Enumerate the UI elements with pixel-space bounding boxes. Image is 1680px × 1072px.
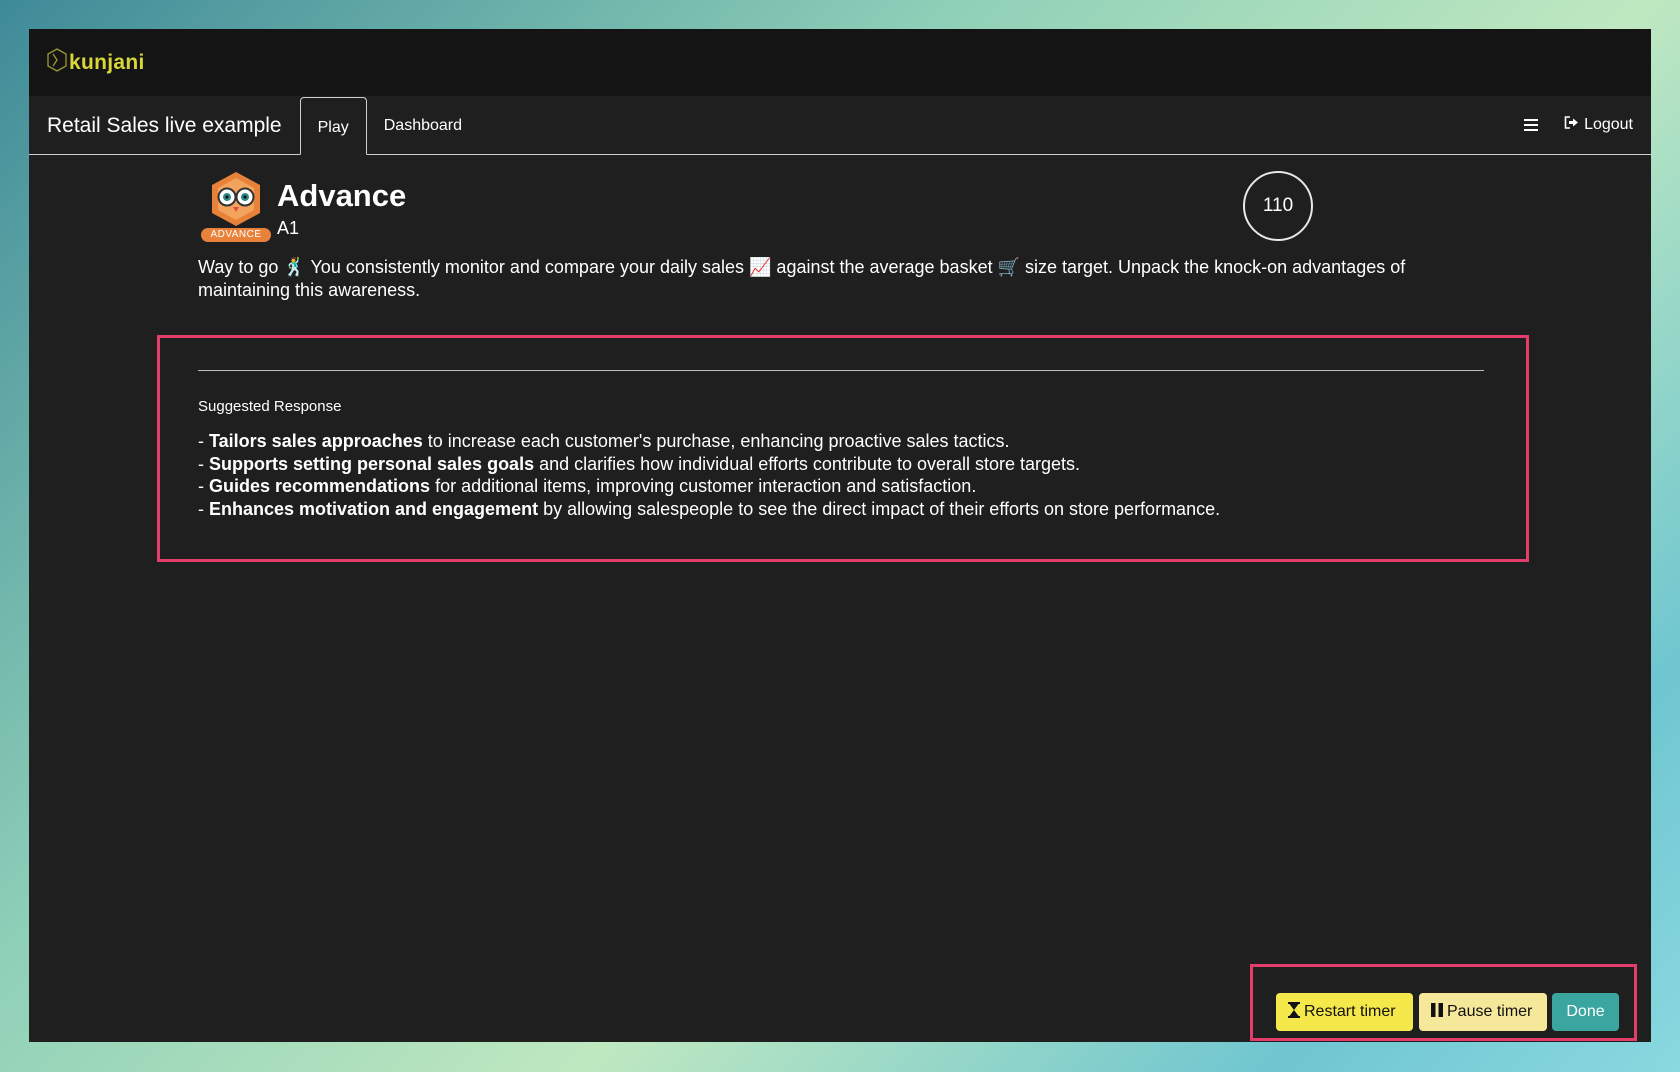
done-button[interactable]: Done (1552, 993, 1619, 1031)
brand-bar: kunjani (29, 29, 1651, 96)
question-prompt: Way to go 🕺 You consistently monitor and… (198, 257, 1406, 300)
suggested-response-label: Suggested Response (198, 398, 342, 415)
level-badge: ADVANCE (201, 228, 271, 242)
response-point-title: Supports setting personal sales goals (209, 453, 535, 474)
countdown-timer: 110 (1243, 171, 1313, 241)
level-title: Advance (277, 178, 407, 213)
level-subtitle: A1 (277, 218, 300, 238)
logo[interactable]: kunjani (47, 48, 145, 77)
nav-actions: Logout (1524, 96, 1633, 154)
suggested-response-list: - Tailors sales approaches to increase e… (198, 430, 1220, 520)
tab-play[interactable]: Play (299, 97, 367, 155)
tab-dashboard[interactable]: Dashboard (367, 96, 479, 154)
list-item: - Guides recommendations for additional … (198, 476, 977, 496)
response-point-text: and clarifies how individual efforts con… (534, 453, 1081, 474)
restart-timer-button[interactable]: Restart timer (1276, 993, 1413, 1031)
pause-icon (1431, 1002, 1443, 1022)
divider (198, 370, 1484, 371)
navbar: Retail Sales live example Play Dashboard (29, 96, 1651, 155)
response-point-text: by allowing salespeople to see the direc… (538, 498, 1221, 519)
restart-timer-label: Restart timer (1304, 1003, 1396, 1020)
pause-timer-button[interactable]: Pause timer (1419, 993, 1547, 1031)
list-item: - Tailors sales approaches to increase e… (198, 431, 1010, 451)
suggested-response-panel: Suggested Response - Tailors sales appro… (157, 335, 1529, 562)
response-point-text: for additional items, improving customer… (430, 476, 977, 496)
kunjani-logo-icon (47, 48, 67, 77)
logout-button[interactable]: Logout (1564, 116, 1633, 134)
response-point-title: Guides recommendations (209, 476, 431, 496)
list-item: - Supports setting personal sales goals … (198, 453, 1081, 474)
project-title: Retail Sales live example (47, 114, 282, 137)
app-window: kunjani Retail Sales live example Play D… (29, 29, 1651, 1042)
response-point-title: Enhances motivation and engagement (209, 498, 539, 519)
response-point-title: Tailors sales approaches (209, 431, 423, 451)
sign-out-icon (1564, 116, 1579, 134)
hourglass-icon (1288, 1001, 1300, 1023)
response-point-text: to increase each customer's purchase, en… (422, 431, 1010, 451)
pause-timer-label: Pause timer (1447, 1003, 1533, 1020)
list-item: - Enhances motivation and engagement by … (198, 498, 1221, 519)
logout-label: Logout (1584, 116, 1633, 133)
logo-text: kunjani (69, 50, 145, 74)
hamburger-icon[interactable] (1524, 114, 1539, 137)
timer-actions: Restart timer Pause timer Done (1250, 964, 1637, 1041)
avatar: ADVANCE (200, 170, 272, 242)
